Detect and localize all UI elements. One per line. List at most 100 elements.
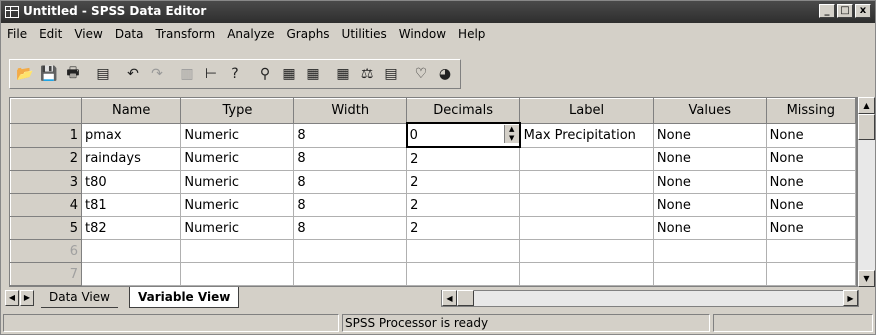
row-number[interactable]: 2 — [10, 146, 82, 171]
cell-type[interactable]: Numeric — [180, 122, 295, 148]
column-header-decimals[interactable]: Decimals — [406, 98, 521, 124]
cell-label[interactable]: Max Precipitation — [519, 122, 654, 148]
menu-analyze[interactable]: Analyze — [221, 27, 280, 41]
menu-transform[interactable]: Transform — [149, 27, 221, 41]
insert-case-icon[interactable]: ▦ — [278, 63, 300, 85]
find-icon[interactable]: ⚲ — [254, 63, 276, 85]
weight-cases-icon[interactable]: ⚖ — [356, 63, 378, 85]
cell-decimals[interactable]: 2 — [406, 170, 521, 194]
undo-icon[interactable]: ↶ — [122, 63, 144, 85]
decimals-spinner[interactable]: ▲ ▼ — [503, 125, 518, 143]
minimize-button[interactable]: _ — [819, 4, 835, 18]
column-header-width[interactable]: Width — [293, 98, 408, 124]
close-button[interactable]: x — [855, 4, 871, 18]
cell-type[interactable]: Numeric — [180, 170, 295, 194]
cell-type[interactable] — [180, 262, 295, 286]
cell-missing[interactable]: None — [765, 170, 856, 194]
cell-label[interactable] — [519, 262, 654, 286]
cell-decimals[interactable] — [406, 239, 521, 263]
cell-values[interactable]: None — [652, 146, 767, 171]
row-number[interactable]: 7 — [10, 262, 82, 286]
cell-values[interactable]: None — [652, 122, 767, 148]
cell-name[interactable] — [80, 262, 182, 286]
menu-data[interactable]: Data — [109, 27, 150, 41]
cell-type[interactable] — [180, 239, 295, 263]
column-header-values[interactable]: Values — [652, 98, 767, 124]
menu-utilities[interactable]: Utilities — [336, 27, 393, 41]
cell-missing[interactable]: None — [765, 216, 856, 240]
cell-decimals-value[interactable]: 0 — [410, 128, 418, 143]
print-icon[interactable]: 🖶 — [62, 63, 84, 85]
cell-missing[interactable]: None — [765, 193, 856, 217]
save-icon[interactable]: 💾 — [38, 63, 60, 85]
cell-decimals[interactable]: 2 — [406, 146, 521, 171]
cell-missing[interactable] — [765, 262, 856, 286]
cell-decimals[interactable]: 2 — [406, 216, 521, 240]
cell-label[interactable] — [519, 216, 654, 240]
cell-type[interactable]: Numeric — [180, 146, 295, 171]
menu-window[interactable]: Window — [393, 27, 452, 41]
cell-width[interactable] — [293, 239, 408, 263]
cell-width[interactable]: 8 — [293, 170, 408, 194]
column-header-type[interactable]: Type — [180, 98, 295, 124]
horizontal-scrollbar[interactable]: ◀ ▶ — [441, 290, 859, 307]
horizontal-scroll-thumb[interactable] — [457, 290, 474, 306]
cell-type[interactable]: Numeric — [180, 193, 295, 217]
dialog-recall-icon[interactable]: ▤ — [92, 63, 114, 85]
cell-missing[interactable]: None — [765, 122, 856, 148]
cell-width[interactable]: 8 — [293, 193, 408, 217]
cell-values[interactable]: None — [652, 216, 767, 240]
cell-missing[interactable] — [765, 239, 856, 263]
column-header-missing[interactable]: Missing — [765, 98, 856, 124]
value-labels-icon[interactable]: ♡ — [410, 63, 432, 85]
menu-graphs[interactable]: Graphs — [280, 27, 335, 41]
scroll-right-icon[interactable]: ▶ — [843, 290, 858, 306]
cell-decimals-editor[interactable]: 0 ▲ ▼ — [405, 122, 521, 148]
cell-name[interactable]: t82 — [80, 216, 182, 240]
cell-missing[interactable]: None — [765, 146, 856, 171]
tab-prev-icon[interactable]: ◀ — [5, 290, 19, 306]
tab-data-view[interactable]: Data View — [41, 287, 118, 308]
insert-variable-icon[interactable]: ▦ — [302, 63, 324, 85]
redo-icon[interactable]: ↷ — [146, 63, 168, 85]
menu-help[interactable]: Help — [452, 27, 491, 41]
row-number[interactable]: 3 — [10, 170, 82, 194]
cell-width[interactable]: 8 — [293, 146, 408, 171]
scroll-down-icon[interactable]: ▼ — [858, 270, 875, 287]
corner-cell[interactable] — [10, 98, 82, 124]
vertical-scroll-thumb[interactable] — [858, 114, 875, 140]
use-sets-icon[interactable]: ◕ — [434, 63, 456, 85]
row-number[interactable]: 4 — [10, 193, 82, 217]
row-number[interactable]: 5 — [10, 216, 82, 240]
scroll-up-icon[interactable]: ▲ — [858, 97, 875, 114]
cell-label[interactable] — [519, 170, 654, 194]
menu-file[interactable]: File — [1, 27, 33, 41]
cell-values[interactable] — [652, 262, 767, 286]
cell-values[interactable]: None — [652, 193, 767, 217]
column-header-label[interactable]: Label — [519, 98, 654, 124]
maximize-button[interactable]: □ — [837, 4, 853, 18]
split-file-icon[interactable]: ▦ — [332, 63, 354, 85]
scroll-left-icon[interactable]: ◀ — [442, 290, 457, 306]
cell-values[interactable] — [652, 239, 767, 263]
tab-next-icon[interactable]: ▶ — [20, 290, 34, 306]
spin-down-icon[interactable]: ▼ — [505, 134, 518, 143]
cell-type[interactable]: Numeric — [180, 216, 295, 240]
select-cases-icon[interactable]: ▤ — [380, 63, 402, 85]
vertical-scrollbar[interactable]: ▲ ▼ — [857, 97, 875, 287]
open-icon[interactable]: 📂 — [14, 63, 36, 85]
cell-values[interactable]: None — [652, 170, 767, 194]
cell-name[interactable]: raindays — [80, 146, 182, 171]
goto-chart-icon[interactable]: ▥ — [176, 63, 198, 85]
cell-width[interactable] — [293, 262, 408, 286]
cell-decimals[interactable]: 2 — [406, 193, 521, 217]
cell-name[interactable] — [80, 239, 182, 263]
column-header-name[interactable]: Name — [80, 98, 182, 124]
tab-variable-view[interactable]: Variable View — [129, 287, 240, 308]
cell-width[interactable]: 8 — [293, 216, 408, 240]
cell-width[interactable]: 8 — [293, 122, 408, 148]
cell-name[interactable]: pmax — [80, 122, 182, 148]
goto-case-icon[interactable]: ⊢ — [200, 63, 222, 85]
row-number[interactable]: 6 — [10, 239, 82, 263]
cell-label[interactable] — [519, 146, 654, 171]
